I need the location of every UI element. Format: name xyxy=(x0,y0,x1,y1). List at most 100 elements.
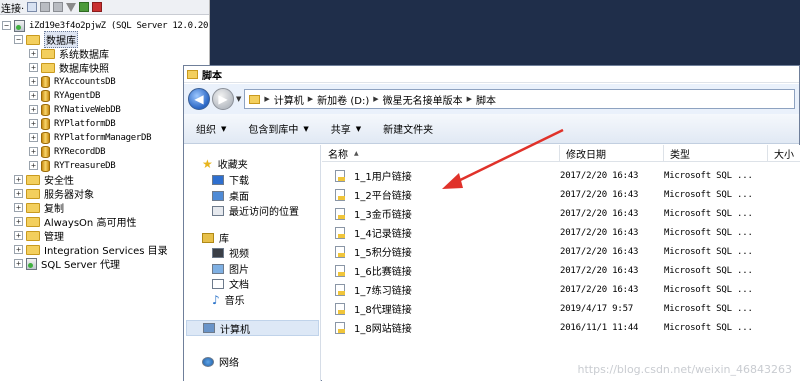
expand-icon[interactable]: + xyxy=(29,77,38,86)
tree-database-item[interactable]: + RYPlatformManagerDB xyxy=(29,131,152,144)
navigation-pane: ★ 收藏夹 下载 桌面 最近访问的位置 库 视频 图片 文档 ♪ 音乐 计算机 … xyxy=(184,145,321,381)
expand-icon[interactable]: + xyxy=(14,217,23,226)
column-header-size[interactable]: 大小 xyxy=(768,145,800,162)
refresh-icon[interactable] xyxy=(79,2,90,12)
file-row[interactable]: 1_3金币链接 2017/2/20 16:43 Microsoft SQL ..… xyxy=(322,204,800,223)
folder-icon xyxy=(26,244,40,255)
tree-integration-services-node[interactable]: + Integration Services 目录 xyxy=(14,243,168,257)
chevron-down-icon: ▼ xyxy=(355,124,362,133)
tree-sql-agent-node[interactable]: + SQL Server 代理 xyxy=(14,257,120,271)
expand-icon[interactable]: + xyxy=(29,63,38,72)
expand-icon[interactable]: + xyxy=(29,133,38,142)
file-row[interactable]: 1_5积分链接 2017/2/20 16:43 Microsoft SQL ..… xyxy=(322,242,800,261)
breadcrumb-drive[interactable]: 新加卷 (D:) xyxy=(317,92,369,107)
sql-file-icon xyxy=(335,303,345,315)
column-header-type[interactable]: 类型 xyxy=(664,145,768,162)
tree-server-objects-node[interactable]: + 服务器对象 xyxy=(14,187,94,201)
tree-databases-node[interactable]: − 数据库 xyxy=(14,31,78,48)
server-icon xyxy=(14,19,25,32)
breadcrumb-current[interactable]: 脚本 xyxy=(476,92,496,107)
file-row[interactable]: 1_8网站链接 2016/11/1 11:44 Microsoft SQL ..… xyxy=(322,318,800,337)
file-row[interactable]: 1_8代理链接 2019/4/17 9:57 Microsoft SQL ... xyxy=(322,299,800,318)
disconnect-icon[interactable] xyxy=(40,2,51,12)
star-icon: ★ xyxy=(202,156,213,171)
tree-replication-node[interactable]: + 复制 xyxy=(14,201,64,215)
folder-icon xyxy=(187,69,198,79)
tree-database-snapshots[interactable]: + 数据库快照 xyxy=(29,61,109,75)
collapse-icon[interactable]: − xyxy=(2,21,11,30)
new-folder-button[interactable]: 新建文件夹 xyxy=(383,121,433,136)
tree-system-databases[interactable]: + 系统数据库 xyxy=(29,47,109,61)
tree-database-item[interactable]: + RYTreasureDB xyxy=(29,159,116,172)
collapse-icon[interactable]: − xyxy=(14,35,23,44)
tree-alwayson-node[interactable]: + AlwaysOn 高可用性 xyxy=(14,215,136,229)
expand-icon[interactable]: + xyxy=(29,49,38,58)
tree-security-node[interactable]: + 安全性 xyxy=(14,173,74,187)
tree-management-node[interactable]: + 管理 xyxy=(14,229,64,243)
nav-videos[interactable]: 视频 xyxy=(212,245,249,260)
explorer-window: 脚本 ◀ ▶ ▼ ▶ 计算机 ▶ 新加卷 (D:) ▶ 微星无名接单版本 ▶ 脚… xyxy=(183,65,800,381)
folder-icon xyxy=(26,202,40,213)
sql-file-icon xyxy=(335,227,345,239)
nav-recent-places[interactable]: 最近访问的位置 xyxy=(212,203,299,218)
breadcrumb-folder[interactable]: 微星无名接单版本 xyxy=(383,92,463,107)
nav-documents[interactable]: 文档 xyxy=(212,276,249,291)
share-button[interactable]: 共享 ▼ xyxy=(331,121,362,137)
file-row[interactable]: 1_4记录链接 2017/2/20 16:43 Microsoft SQL ..… xyxy=(322,223,800,242)
explorer-title-bar[interactable]: 脚本 xyxy=(184,66,799,83)
tree-database-item[interactable]: + RYAgentDB xyxy=(29,89,100,102)
sql-file-icon xyxy=(335,322,345,334)
agent-icon xyxy=(26,257,37,270)
desktop-icon xyxy=(212,190,224,201)
expand-icon[interactable]: + xyxy=(29,91,38,100)
tree-database-item[interactable]: + RYNativeWebDB xyxy=(29,103,121,116)
expand-icon[interactable]: + xyxy=(14,203,23,212)
nav-desktop[interactable]: 桌面 xyxy=(212,188,249,203)
file-row[interactable]: 1_6比赛链接 2017/2/20 16:43 Microsoft SQL ..… xyxy=(322,261,800,280)
tree-database-item[interactable]: + RYRecordDB xyxy=(29,145,105,158)
expand-icon[interactable]: + xyxy=(14,245,23,254)
music-icon: ♪ xyxy=(212,292,220,307)
tree-server-node[interactable]: − iZd19e3f4o2pjwZ (SQL Server 12.0.20 xyxy=(2,19,208,32)
file-list: 名称 ▲ 修改日期 类型 大小 1_1用户链接 2017/2/20 16:43 … xyxy=(322,145,800,381)
sql-file-icon xyxy=(335,208,345,220)
folder-icon xyxy=(26,216,40,227)
expand-icon[interactable]: + xyxy=(14,231,23,240)
column-header-name[interactable]: 名称 ▲ xyxy=(322,145,560,162)
nav-favorites[interactable]: ★ 收藏夹 xyxy=(202,156,248,172)
breadcrumb-computer[interactable]: 计算机 xyxy=(274,92,304,107)
nav-music[interactable]: ♪ 音乐 xyxy=(212,292,245,308)
library-icon xyxy=(202,232,214,243)
file-row[interactable]: 1_2平台链接 2017/2/20 16:43 Microsoft SQL ..… xyxy=(322,185,800,204)
expand-icon[interactable]: + xyxy=(14,189,23,198)
nav-computer[interactable]: 计算机 xyxy=(186,320,319,336)
expand-icon[interactable]: + xyxy=(29,105,38,114)
expand-icon[interactable]: + xyxy=(14,259,23,268)
file-row[interactable]: 1_7练习链接 2017/2/20 16:43 Microsoft SQL ..… xyxy=(322,280,800,299)
expand-icon[interactable]: + xyxy=(29,119,38,128)
connect-db-icon[interactable] xyxy=(27,2,38,12)
nav-pictures[interactable]: 图片 xyxy=(212,261,249,276)
expand-icon[interactable]: + xyxy=(14,175,23,184)
expand-icon[interactable]: + xyxy=(29,161,38,170)
recent-pages-dropdown-icon[interactable]: ▼ xyxy=(236,95,241,103)
activity-monitor-icon[interactable] xyxy=(92,2,103,12)
address-bar[interactable]: ▶ 计算机 ▶ 新加卷 (D:) ▶ 微星无名接单版本 ▶ 脚本 xyxy=(244,89,795,109)
column-header-date[interactable]: 修改日期 xyxy=(560,145,664,162)
stop-square-icon[interactable] xyxy=(53,2,64,12)
organize-button[interactable]: 组织 ▼ xyxy=(196,121,226,137)
nav-network[interactable]: 网络 xyxy=(202,354,239,369)
back-arrow-icon[interactable]: ◀ xyxy=(188,88,210,110)
expand-icon[interactable]: + xyxy=(29,147,38,156)
filter-icon[interactable] xyxy=(66,2,77,12)
file-row[interactable]: 1_1用户链接 2017/2/20 16:43 Microsoft SQL ..… xyxy=(322,166,800,185)
forward-arrow-icon[interactable]: ▶ xyxy=(212,88,234,110)
nav-libraries[interactable]: 库 xyxy=(202,230,229,245)
window-title: 脚本 xyxy=(202,70,222,82)
connect-button[interactable]: 连接· xyxy=(1,0,24,15)
nav-downloads[interactable]: 下载 xyxy=(212,172,249,187)
tree-database-item[interactable]: + RYAccountsDB xyxy=(29,75,116,88)
include-in-library-button[interactable]: 包含到库中 ▼ xyxy=(248,121,308,137)
sql-file-icon xyxy=(335,246,345,258)
tree-database-item[interactable]: + RYPlatformDB xyxy=(29,117,116,130)
